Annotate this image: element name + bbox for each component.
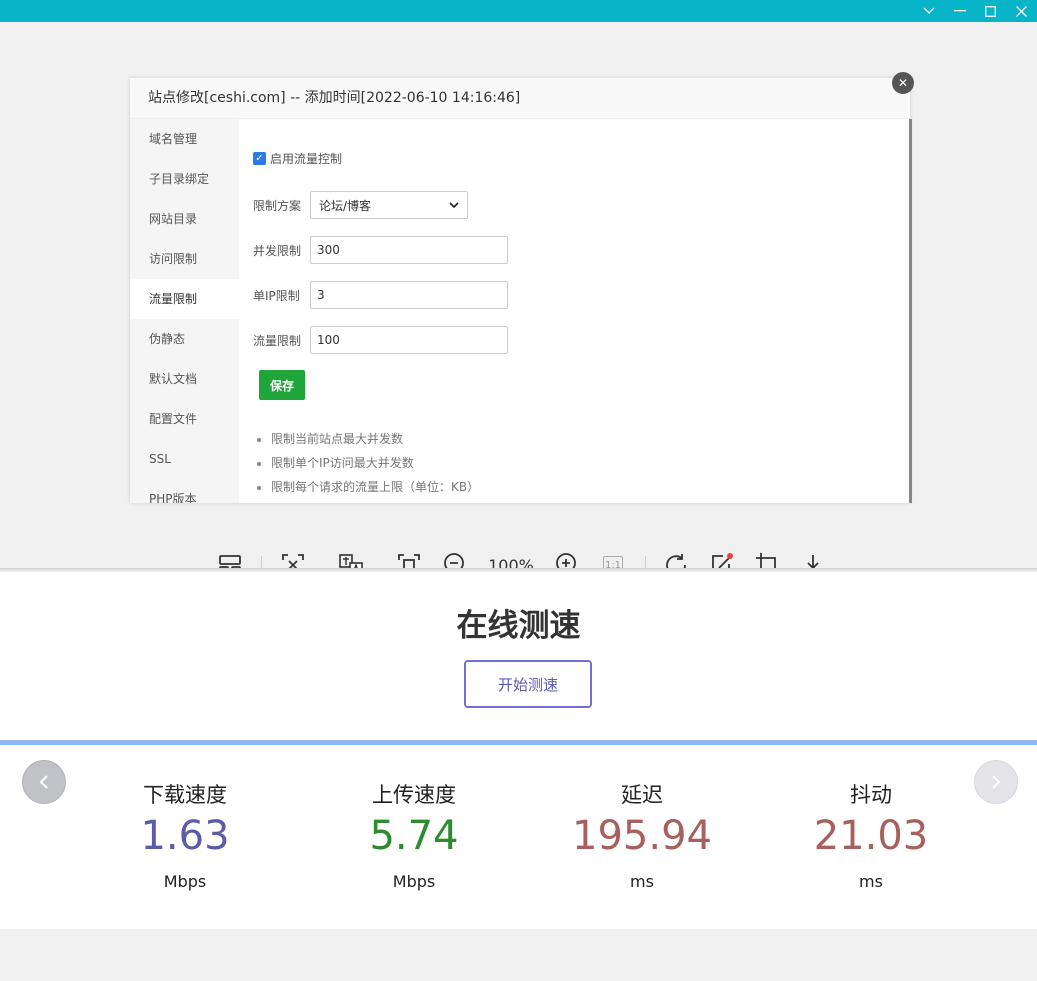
chevron-right-icon [992,775,1001,789]
concurrency-input[interactable]: 300 [310,236,508,264]
minimize-icon [953,10,966,12]
close-icon [1016,5,1027,17]
metric-value: 5.74 [369,813,459,859]
prev-button[interactable] [22,760,66,804]
dialog-scrollbar[interactable] [909,119,912,503]
section-divider [0,740,1037,745]
scheme-select[interactable]: 论坛/博客 [310,191,468,219]
list-item: 限制单个IP访问最大并发数 [257,451,479,475]
dialog-title: 站点修改[ceshi.com] -- 添加时间[2022-06-10 14:16… [130,78,910,119]
close-button[interactable] [1006,0,1037,22]
per-ip-label: 单IP限制 [253,288,300,303]
tips-list: 限制当前站点最大并发数 限制单个IP访问最大并发数 限制每个请求的流量上限（单位… [257,427,479,499]
list-item: 限制当前站点最大并发数 [257,427,479,451]
metric-latency: 延迟 195.94 ms [542,780,742,891]
concurrency-row: 并发限制 300 [253,236,508,264]
dialog-close-icon[interactable]: ✕ [892,72,914,94]
bullet-icon [257,437,261,442]
menu-item-subdir[interactable]: 子目录绑定 [130,159,239,199]
menu-item-ssl[interactable]: SSL [130,439,239,479]
traffic-limit-panel: ✓ 启用流量控制 限制方案 论坛/博客 并发限制 300 单IP限制 3 流量限… [239,119,910,503]
start-test-button[interactable]: 开始测速 [464,660,592,708]
dialog-menu: 域名管理 子目录绑定 网站目录 访问限制 流量限制 伪静态 默认文档 配置文件 … [130,119,239,503]
metric-jitter: 抖动 21.03 ms [771,780,971,891]
enable-traffic-control-label: 启用流量控制 [270,152,343,166]
maximize-button[interactable] [975,0,1006,22]
menu-item-default-doc[interactable]: 默认文档 [130,359,239,399]
traffic-label: 流量限制 [253,333,302,348]
metric-label: 下载速度 [143,783,227,807]
checkbox-checked-icon[interactable]: ✓ [253,152,266,165]
bullet-icon [257,461,261,466]
collapse-button[interactable] [913,0,944,22]
speed-test-title: 在线测速 [456,608,581,644]
menu-item-domain[interactable]: 域名管理 [130,119,239,159]
metric-unit: ms [859,872,883,891]
metric-value: 195.94 [572,813,712,859]
list-item: 限制每个请求的流量上限（单位：KB） [257,475,479,499]
window-controls [913,0,1037,22]
metric-upload: 上传速度 5.74 Mbps [314,780,514,891]
metric-unit: ms [630,872,654,891]
menu-item-config-file[interactable]: 配置文件 [130,399,239,439]
metric-label: 抖动 [850,783,892,807]
concurrency-label: 并发限制 [253,243,302,258]
image-viewer: 站点修改[ceshi.com] -- 添加时间[2022-06-10 14:16… [0,22,1037,577]
traffic-input[interactable]: 100 [310,326,508,354]
menu-item-traffic-limit[interactable]: 流量限制 [130,279,239,319]
metric-value: 21.03 [813,813,929,859]
metric-label: 延迟 [621,783,663,807]
bottom-area [0,929,1037,981]
menu-item-rewrite[interactable]: 伪静态 [130,319,239,359]
speed-test-section: 在线测速 开始测速 下载速度 1.63 Mbps 上传速度 5.74 Mbps … [0,572,1037,929]
scheme-select-value: 论坛/博客 [319,198,372,213]
site-settings-dialog: 站点修改[ceshi.com] -- 添加时间[2022-06-10 14:16… [130,72,914,503]
chevron-down-icon [923,7,934,14]
metric-value: 1.63 [140,813,230,859]
metric-label: 上传速度 [372,783,456,807]
minimize-button[interactable] [944,0,975,22]
bullet-icon [257,485,261,490]
menu-item-access-limit[interactable]: 访问限制 [130,239,239,279]
menu-item-site-dir[interactable]: 网站目录 [130,199,239,239]
traffic-row: 流量限制 100 [253,326,508,354]
save-button[interactable]: 保存 [259,370,305,400]
menu-item-php-version[interactable]: PHP版本 [130,479,239,503]
chevron-down-icon [449,202,459,208]
window-titlebar [0,0,1037,22]
per-ip-input[interactable]: 3 [310,281,508,309]
scheme-label: 限制方案 [253,198,302,213]
scheme-row: 限制方案 论坛/博客 [253,191,468,219]
metric-download: 下载速度 1.63 Mbps [85,780,285,891]
next-button[interactable] [974,760,1018,804]
enable-traffic-control[interactable]: ✓ 启用流量控制 [253,150,342,167]
metric-unit: Mbps [392,872,436,891]
per-ip-row: 单IP限制 3 [253,281,508,309]
chevron-left-icon [39,775,48,789]
maximize-icon [985,5,996,17]
metric-unit: Mbps [163,872,207,891]
